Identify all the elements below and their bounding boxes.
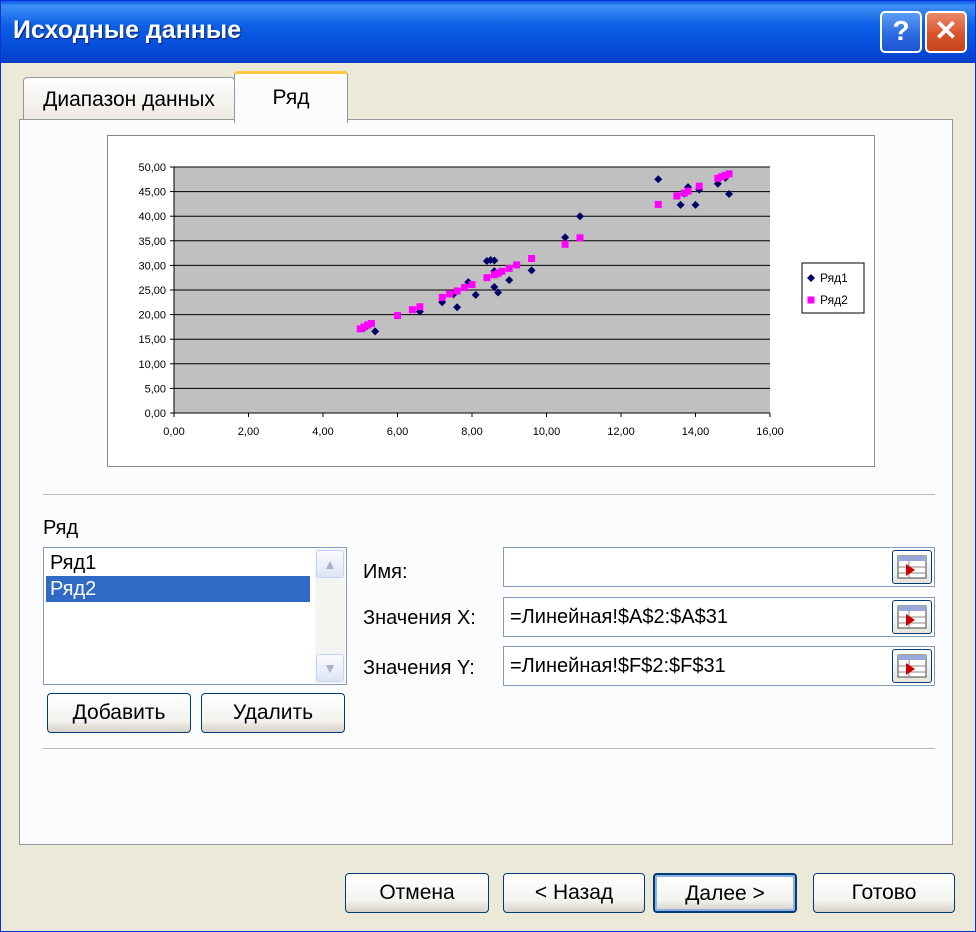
x-tick-label: 16,00 bbox=[756, 426, 784, 438]
y-values-value: =Линейная!$F$2:$F$31 bbox=[510, 655, 726, 677]
data-point-Ряд2 bbox=[576, 234, 584, 242]
listbox-scrollbar[interactable]: ▲ ▼ bbox=[315, 549, 345, 683]
y-tick-label: 5,00 bbox=[145, 383, 166, 395]
question-icon: ? bbox=[892, 15, 910, 46]
divider-top bbox=[43, 494, 935, 496]
scatter-chart: 0,00 5,00 10,00 15,00 20,00 25,00 30,00 35,00 40… bbox=[138, 162, 865, 438]
y-tick-label: 40,00 bbox=[138, 211, 166, 223]
data-point-Ряд2 bbox=[695, 182, 703, 190]
data-point-Ряд2 bbox=[498, 267, 506, 275]
series-listbox[interactable]: Ряд1 Ряд2 ▲ ▼ bbox=[43, 547, 347, 685]
data-point-Ряд2 bbox=[654, 200, 662, 208]
x-tick-label: 10,00 bbox=[533, 426, 561, 438]
data-point-Ряд2 bbox=[528, 255, 536, 263]
data-point-Ряд2 bbox=[416, 303, 424, 311]
data-point-Ряд2 bbox=[505, 264, 513, 272]
tab-data-range[interactable]: Диапазон данных bbox=[23, 77, 235, 121]
x-tick-label: 12,00 bbox=[607, 426, 635, 438]
data-point-Ряд2 bbox=[684, 187, 692, 195]
y-tick-label: 15,00 bbox=[138, 334, 166, 346]
x-values-field[interactable]: =Линейная!$A$2:$A$31 bbox=[503, 597, 935, 637]
list-item[interactable]: Ряд1 bbox=[46, 550, 310, 576]
x-values-label: Значения X: bbox=[363, 607, 476, 629]
range-select-icon bbox=[897, 555, 927, 579]
x-tick-label: 8,00 bbox=[461, 426, 482, 438]
x-tick-label: 0,00 bbox=[163, 426, 184, 438]
y-tick-label: 30,00 bbox=[138, 260, 166, 272]
x-values-value: =Линейная!$A$2:$A$31 bbox=[510, 606, 728, 628]
y-tick-label: 20,00 bbox=[138, 310, 166, 322]
data-point-Ряд2 bbox=[483, 274, 491, 282]
title-bar[interactable]: Исходные данные ? ✕ bbox=[1, 1, 975, 63]
back-button[interactable]: < Назад bbox=[503, 873, 645, 913]
add-series-button[interactable]: Добавить bbox=[47, 693, 191, 733]
scroll-up-icon[interactable]: ▲ bbox=[316, 550, 344, 578]
x-tick-label: 4,00 bbox=[312, 426, 333, 438]
y-tick-label: 45,00 bbox=[138, 187, 166, 199]
y-tick-label: 35,00 bbox=[138, 236, 166, 248]
data-point-Ряд2 bbox=[394, 312, 401, 320]
collapse-dialog-button[interactable] bbox=[892, 550, 932, 584]
y-values-field[interactable]: =Линейная!$F$2:$F$31 bbox=[503, 646, 935, 686]
cancel-button[interactable]: Отмена bbox=[345, 873, 489, 913]
data-point-Ряд2 bbox=[367, 319, 375, 327]
divider-bottom bbox=[43, 748, 935, 750]
range-select-icon bbox=[897, 605, 927, 629]
data-point-Ряд2 bbox=[561, 240, 569, 248]
help-button[interactable]: ? bbox=[880, 11, 922, 53]
window-title: Исходные данные bbox=[13, 16, 242, 44]
data-point-Ряд2 bbox=[453, 287, 461, 295]
y-tick-label: 10,00 bbox=[138, 359, 166, 371]
x-tick-label: 2,00 bbox=[238, 426, 259, 438]
legend-label: Ряд2 bbox=[820, 293, 848, 307]
delete-series-button[interactable]: Удалить bbox=[201, 693, 345, 733]
x-tick-label: 6,00 bbox=[387, 426, 408, 438]
series-section-label: Ряд bbox=[43, 517, 79, 539]
data-point-Ряд2 bbox=[438, 293, 446, 301]
legend-label: Ряд1 bbox=[820, 271, 848, 285]
y-tick-label: 25,00 bbox=[138, 285, 166, 297]
y-tick-label: 0,00 bbox=[145, 408, 166, 420]
data-point-Ряд2 bbox=[673, 192, 681, 200]
data-point-Ряд2 bbox=[408, 306, 416, 314]
data-point-Ряд2 bbox=[446, 290, 454, 298]
close-button[interactable]: ✕ bbox=[925, 11, 967, 53]
range-select-icon bbox=[897, 654, 927, 678]
close-icon: ✕ bbox=[934, 15, 958, 46]
data-point-Ряд2 bbox=[513, 261, 521, 269]
data-point-Ряд2 bbox=[725, 170, 733, 178]
y-values-label: Значения Y: bbox=[363, 657, 475, 679]
chart-preview: 0,00 5,00 10,00 15,00 20,00 25,00 30,00 35,00 40… bbox=[107, 135, 875, 467]
list-item-selected[interactable]: Ряд2 bbox=[46, 576, 310, 602]
y-tick-label: 50,00 bbox=[138, 162, 166, 174]
legend-marker-Ряд2 bbox=[807, 296, 815, 304]
collapse-dialog-button[interactable] bbox=[892, 600, 932, 634]
name-field[interactable] bbox=[503, 547, 935, 587]
next-button[interactable]: Далее > bbox=[653, 873, 797, 913]
collapse-dialog-button[interactable] bbox=[892, 649, 932, 683]
tab-series[interactable]: Ряд bbox=[234, 71, 348, 123]
finish-button[interactable]: Готово bbox=[813, 873, 955, 913]
data-point-Ряд2 bbox=[461, 284, 469, 292]
data-point-Ряд2 bbox=[468, 281, 476, 289]
dialog-window: Исходные данные ? ✕ Диапазон данных Ряд … bbox=[0, 0, 976, 932]
x-tick-label: 14,00 bbox=[682, 426, 710, 438]
scroll-down-icon[interactable]: ▼ bbox=[316, 654, 344, 682]
name-label: Имя: bbox=[363, 561, 408, 583]
